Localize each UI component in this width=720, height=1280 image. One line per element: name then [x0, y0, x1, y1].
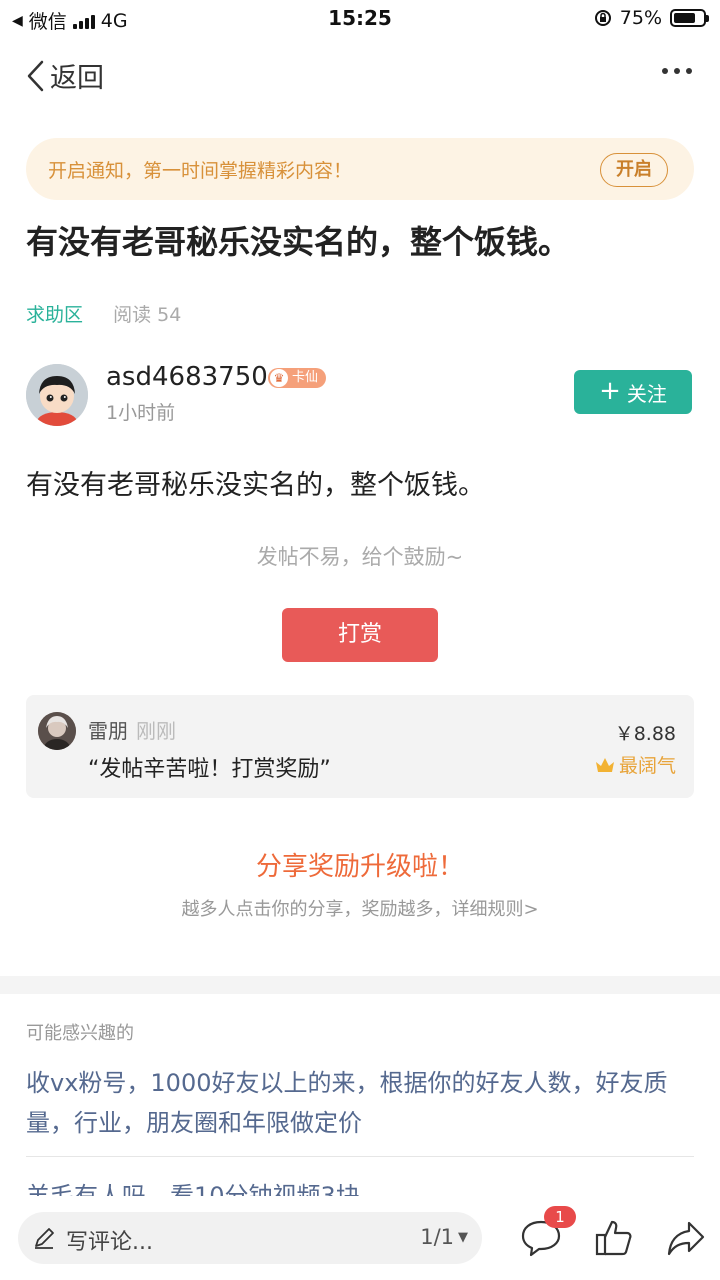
post-content: 有没有老哥秘乐没实名的，整个饭钱。 — [26, 470, 485, 501]
category-link[interactable]: 求助区 — [26, 304, 83, 326]
enable-notification-button[interactable]: 开启 — [600, 153, 668, 187]
nav-bar: 返回 — [0, 48, 720, 102]
bottom-bar: 写评论... 1/1 ▼ 1 — [0, 1196, 720, 1280]
tipper-name: 雷朋 — [88, 719, 128, 743]
recommend-item[interactable]: 收vx粉号，1000好友以上的来，根据你的好友人数，好友质量，行业，朋友圈和年限… — [26, 1063, 694, 1143]
section-divider — [0, 976, 720, 994]
tip-amount: ￥8.88 — [614, 723, 676, 745]
comment-placeholder: 写评论... — [66, 1230, 153, 1255]
share-reward-title[interactable]: 分享奖励升级啦！ — [0, 846, 720, 883]
recommend-separator — [26, 1156, 694, 1157]
read-count: 阅读 54 — [113, 304, 182, 326]
follow-button[interactable]: + 关注 — [574, 370, 692, 414]
share-reward-rules-link[interactable]: 越多人点击你的分享，奖励越多，详细规则> — [0, 895, 720, 921]
back-button[interactable]: 返回 — [26, 56, 104, 95]
author-name[interactable]: asd4683750 — [106, 362, 268, 392]
pencil-icon — [35, 1228, 54, 1249]
page-indicator: 1/1 — [420, 1225, 454, 1249]
follow-label: 关注 — [626, 381, 667, 406]
share-arrow-icon[interactable] — [666, 1218, 706, 1258]
reward-button[interactable]: 打赏 — [282, 608, 438, 662]
page-selector[interactable]: 1/1 ▼ — [420, 1225, 468, 1249]
post-title: 有没有老哥秘乐没实名的，整个饭钱。 — [26, 223, 571, 261]
author-level-badge: ♛ 卡仙 — [268, 368, 327, 388]
more-options-icon[interactable] — [662, 68, 692, 74]
tipper-avatar[interactable] — [38, 712, 76, 750]
notification-text: 开启通知，第一时间掌握精彩内容！ — [48, 160, 353, 182]
battery-percent: 75% — [619, 7, 662, 29]
encourage-text: 发帖不易，给个鼓励~ — [256, 545, 464, 569]
tipper-avatar-illustration — [38, 712, 76, 750]
chevron-left-icon — [27, 60, 44, 91]
badge-label: 卡仙 — [292, 370, 319, 385]
post-time: 1小时前 — [106, 402, 176, 424]
recommend-header: 可能感兴趣的 — [26, 1023, 134, 1044]
recommend-item[interactable]: 羊毛有人吗，看10分钟视频3块 — [26, 1176, 694, 1196]
battery-icon — [670, 9, 709, 27]
plus-icon: + — [599, 375, 621, 406]
avatar-illustration — [26, 364, 88, 426]
post-meta: 求助区 阅读 54 — [26, 300, 181, 327]
notification-banner: 开启通知，第一时间掌握精彩内容！ 开启 — [26, 138, 694, 200]
status-bar: ◀ 微信 4G 15:25 75% — [0, 0, 720, 38]
top-tipper-tag: 最阔气 — [595, 751, 676, 778]
crown-icon: ♛ — [270, 369, 288, 387]
author-avatar[interactable] — [26, 364, 88, 426]
comment-input[interactable]: 写评论... 1/1 ▼ — [18, 1212, 482, 1264]
back-label: 返回 — [50, 63, 104, 94]
caret-down-icon: ▼ — [458, 1229, 468, 1245]
comment-count-badge: 1 — [544, 1206, 576, 1228]
rotation-lock-icon — [594, 10, 611, 26]
tipper-info: 雷朋 刚刚 — [88, 715, 176, 744]
top-tipper-label: 最阔气 — [618, 755, 676, 777]
like-thumbs-up-icon[interactable] — [594, 1218, 634, 1258]
tip-time: 刚刚 — [136, 719, 176, 743]
tip-card[interactable]: 雷朋 刚刚 “发帖辛苦啦！打赏奖励” ￥8.88 最阔气 — [26, 695, 694, 798]
tip-message: “发帖辛苦啦！打赏奖励” — [88, 757, 331, 782]
status-right: 75% — [594, 7, 709, 29]
crown-icon — [595, 757, 614, 772]
